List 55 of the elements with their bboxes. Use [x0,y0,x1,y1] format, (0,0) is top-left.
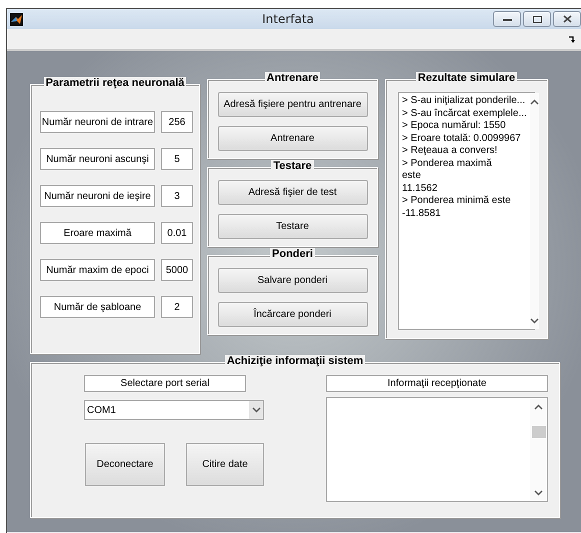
parameter-label: Număr maxim de epoci [40,259,155,281]
maximize-button[interactable] [523,11,551,27]
result-line: este [402,170,422,182]
parameter-field[interactable]: 5000 [161,259,193,281]
read-data-button[interactable]: Citire date [186,443,264,486]
result-line: > Ponderea maximă [402,158,493,170]
scroll-down-icon[interactable] [534,490,543,496]
panel-title: Antrenare [264,72,320,84]
scroll-up-icon[interactable] [534,404,543,410]
panel-title: Ponderi [270,248,315,260]
parameter-field[interactable]: 3 [161,185,193,207]
push-button[interactable]: Adresă fişier de test [218,180,368,205]
result-line: > Reţeaua a convers! [402,145,498,158]
result-line: -11.8581 [402,208,442,220]
push-button[interactable]: Salvare ponderi [218,268,368,293]
panel-title: Rezultate simulare [416,72,518,84]
result-line: 11.1562 [402,182,438,195]
port-label: Selectare port serial [84,375,246,392]
parameter-field[interactable]: 2 [161,296,193,318]
close-icon [562,15,572,23]
port-dropdown[interactable]: COM1 [84,400,264,420]
push-button[interactable]: Testare [218,214,368,239]
scroll-up-icon[interactable] [530,99,539,105]
parameter-field[interactable]: 5 [161,148,193,170]
minimize-icon [502,18,512,20]
scroll-thumb[interactable] [532,426,546,438]
result-line: > S-au încărcat exemplele... [402,108,527,120]
parameter-label: Număr neuroni ascunşi [40,148,155,170]
minimize-button[interactable] [493,11,521,27]
parameter-label: Eroare maximă [40,222,155,244]
dropdown-value: COM1 [87,404,116,416]
scroll-down-icon[interactable] [530,318,539,324]
app-logo-icon [10,12,23,26]
push-button[interactable]: Adresă fişiere pentru antrenare [218,92,368,117]
dock-arrow-icon[interactable] [569,36,577,42]
panel-title: Parametrii reţea neuronală [44,77,186,89]
window-title: Interfata [261,12,315,26]
parameter-label: Număr de şabloane [40,296,155,318]
push-button[interactable]: Încărcare ponderi [218,302,368,327]
push-button[interactable]: Antrenare [218,126,368,151]
disconnect-button[interactable]: Deconectare [85,443,165,486]
received-label: Informaţii recepţionate [326,375,548,392]
parameter-label: Număr neuroni de ieşire [40,185,155,207]
dropdown-caret-icon[interactable] [252,407,260,413]
result-line: > Eroare totală: 0.0099967 [402,132,522,145]
panel-title: Testare [271,160,314,172]
result-line: > S-au iniţializat ponderile... [402,95,526,108]
parameter-field[interactable]: 256 [161,111,193,133]
maximize-icon [532,16,542,22]
result-line: > Ponderea minimă este [402,195,512,208]
parameter-field[interactable]: 0.01 [161,222,193,244]
result-line: > Epoca numărul: 1550 [402,120,507,132]
panel-title: Achiziţie informaţii sistem [224,355,366,367]
close-button[interactable] [553,11,581,27]
parameter-label: Număr neuroni de intrare [40,111,155,133]
